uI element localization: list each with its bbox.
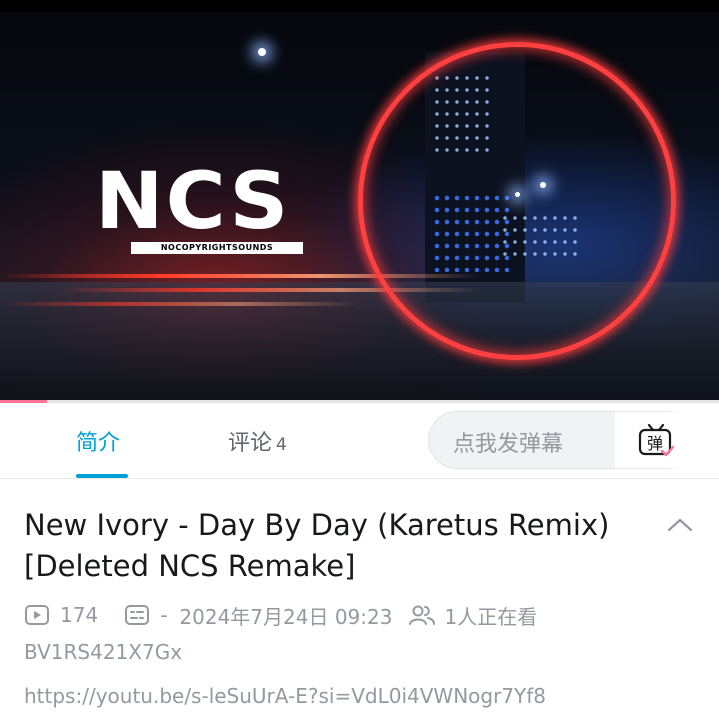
bvid-text: BV1RS421X7Gx xyxy=(24,640,183,664)
status-bar xyxy=(0,0,719,12)
chevron-up-icon[interactable] xyxy=(666,515,694,535)
tab-intro-label: 简介 xyxy=(76,431,121,456)
video-meta-row: 174 - 2024年7月24日 09:23 1人正在看 xyxy=(24,600,537,630)
audio-visualizer-ring xyxy=(358,42,676,360)
comment-count: 4 xyxy=(276,435,287,455)
danmaku-count: - xyxy=(160,603,168,627)
tab-comments[interactable]: 评论 4 xyxy=(228,425,287,457)
danmaku-count-icon xyxy=(125,605,150,625)
play-count-icon xyxy=(25,605,49,625)
danmaku-toggle-button[interactable]: 弹 xyxy=(615,412,697,468)
logo-text: NCS xyxy=(95,157,291,247)
view-count: 174 xyxy=(60,603,99,627)
ncs-logo: NCS NOCOPYRIGHTSOUNDS xyxy=(95,162,303,257)
danmaku-toggle-icon: 弹 xyxy=(638,423,675,457)
street-light xyxy=(258,48,266,56)
video-title: New Ivory - Day By Day (Karetus Remix) [… xyxy=(24,508,610,583)
danmaku-input-placeholder[interactable]: 点我发弹幕 xyxy=(453,426,563,458)
description-link[interactable]: https://youtu.be/s-leSuUrA-E?si=VdL0i4VW… xyxy=(24,684,546,708)
logo-subtext: NOCOPYRIGHTSOUNDS xyxy=(131,242,303,254)
danmaku-input-pill[interactable]: 点我发弹幕 弹 xyxy=(428,411,697,469)
publish-date: 2024年7月24日 09:23 xyxy=(179,604,393,629)
watching-people-icon xyxy=(409,605,436,625)
tab-bar: 简介 评论 4 点我发弹幕 弹 xyxy=(0,403,719,479)
video-player[interactable]: NCS NOCOPYRIGHTSOUNDS xyxy=(0,12,719,400)
light-trail xyxy=(0,302,360,306)
active-tab-indicator xyxy=(76,474,128,478)
danmaku-glyph: 弹 xyxy=(647,434,663,453)
tab-comments-label: 评论 xyxy=(228,431,273,456)
watching-count: 1人正在看 xyxy=(444,604,538,629)
tab-intro[interactable]: 简介 xyxy=(76,425,120,457)
